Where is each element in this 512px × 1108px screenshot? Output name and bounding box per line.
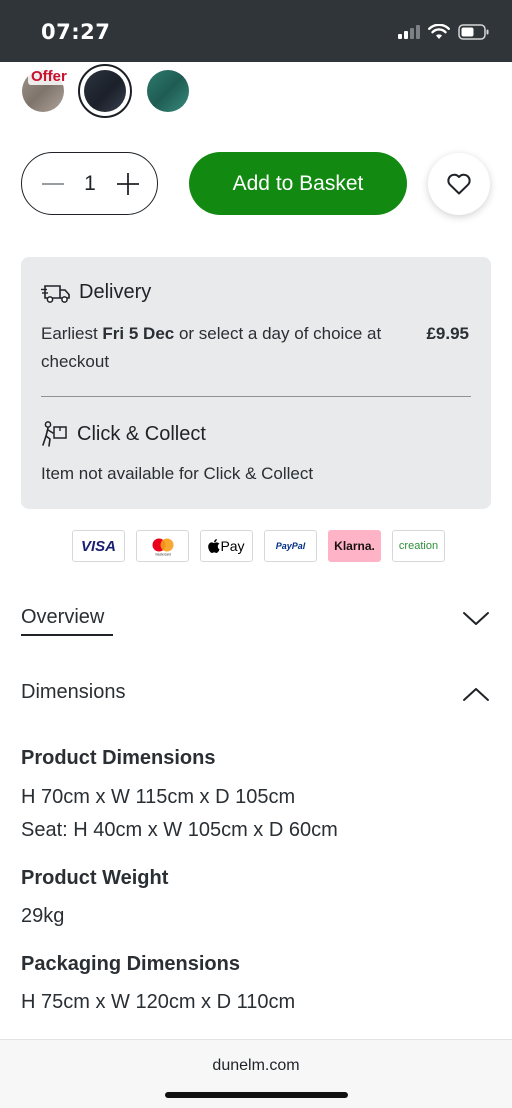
delivery-header: Delivery bbox=[41, 281, 151, 304]
packaging-dimensions-heading: Packaging Dimensions bbox=[21, 953, 240, 975]
product-weight-heading: Product Weight bbox=[21, 867, 169, 889]
product-weight-value: 29kg bbox=[21, 905, 65, 927]
delivery-description: Earliest Fri 5 Dec or select a day of ch… bbox=[41, 320, 411, 376]
url-text[interactable]: dunelm.com bbox=[0, 1057, 512, 1075]
delivery-title: Delivery bbox=[79, 281, 152, 303]
delivery-price: £9.95 bbox=[426, 324, 469, 343]
swatch-teal[interactable] bbox=[147, 70, 189, 112]
product-dimensions-line2: Seat: H 40cm x W 105cm x D 60cm bbox=[21, 819, 338, 841]
apple-pay-label: Pay bbox=[220, 538, 245, 554]
quantity-value[interactable]: 1 bbox=[77, 172, 103, 196]
chevron-down-icon[interactable] bbox=[462, 610, 490, 628]
delivery-earliest-date: Fri 5 Dec bbox=[102, 324, 175, 343]
card-divider bbox=[41, 396, 471, 397]
status-bar: 07:27 bbox=[0, 0, 512, 62]
home-indicator[interactable] bbox=[165, 1092, 348, 1098]
quantity-stepper: 1 bbox=[21, 152, 158, 215]
mastercard-logo: mastercard bbox=[152, 538, 173, 557]
paypal-icon: PayPal bbox=[264, 530, 317, 562]
offer-badge: Offer bbox=[28, 68, 70, 85]
klarna-icon: Klarna. bbox=[328, 530, 381, 562]
wishlist-button[interactable] bbox=[428, 153, 490, 215]
overview-underline bbox=[21, 634, 113, 636]
status-time: 07:27 bbox=[41, 20, 111, 44]
click-collect-icon bbox=[42, 421, 67, 447]
add-to-basket-button[interactable]: Add to Basket bbox=[189, 152, 407, 215]
delivery-options-card: Delivery Earliest Fri 5 Dec or select a … bbox=[21, 257, 491, 509]
status-icons bbox=[398, 22, 490, 42]
chevron-up-icon[interactable] bbox=[462, 685, 490, 703]
product-dimensions-line1: H 70cm x W 115cm x D 105cm bbox=[21, 786, 296, 808]
browser-url-bar[interactable]: dunelm.com bbox=[0, 1039, 512, 1108]
minus-icon[interactable] bbox=[40, 171, 66, 197]
payment-methods: VISA mastercard Pay PayPal Klarna. creat… bbox=[72, 530, 445, 562]
mastercard-wordmark: mastercard bbox=[155, 553, 171, 557]
battery-icon bbox=[458, 24, 489, 40]
product-dimensions-heading: Product Dimensions bbox=[21, 747, 216, 769]
heart-icon bbox=[447, 173, 471, 195]
creation-icon: creation bbox=[392, 530, 445, 562]
apple-logo-icon bbox=[208, 539, 220, 553]
delivery-earliest-prefix: Earliest bbox=[41, 324, 103, 343]
mastercard-icon: mastercard bbox=[136, 530, 189, 562]
swatch-navy[interactable] bbox=[84, 70, 126, 112]
visa-icon: VISA bbox=[72, 530, 125, 562]
colour-swatches: Offer bbox=[20, 64, 220, 118]
click-collect-title: Click & Collect bbox=[77, 422, 206, 445]
click-collect-status: Item not available for Click & Collect bbox=[41, 464, 314, 483]
overview-tab[interactable]: Overview bbox=[21, 606, 104, 629]
delivery-truck-icon bbox=[41, 284, 70, 303]
packaging-dimensions-value: H 75cm x W 120cm x D 110cm bbox=[21, 991, 296, 1013]
cellular-signal-icon bbox=[398, 25, 420, 39]
plus-icon[interactable] bbox=[115, 171, 141, 197]
wifi-icon bbox=[428, 24, 450, 39]
click-collect-header: Click & Collect bbox=[41, 421, 206, 447]
apple-pay-icon: Pay bbox=[200, 530, 253, 562]
dimensions-tab[interactable]: Dimensions bbox=[21, 681, 125, 704]
